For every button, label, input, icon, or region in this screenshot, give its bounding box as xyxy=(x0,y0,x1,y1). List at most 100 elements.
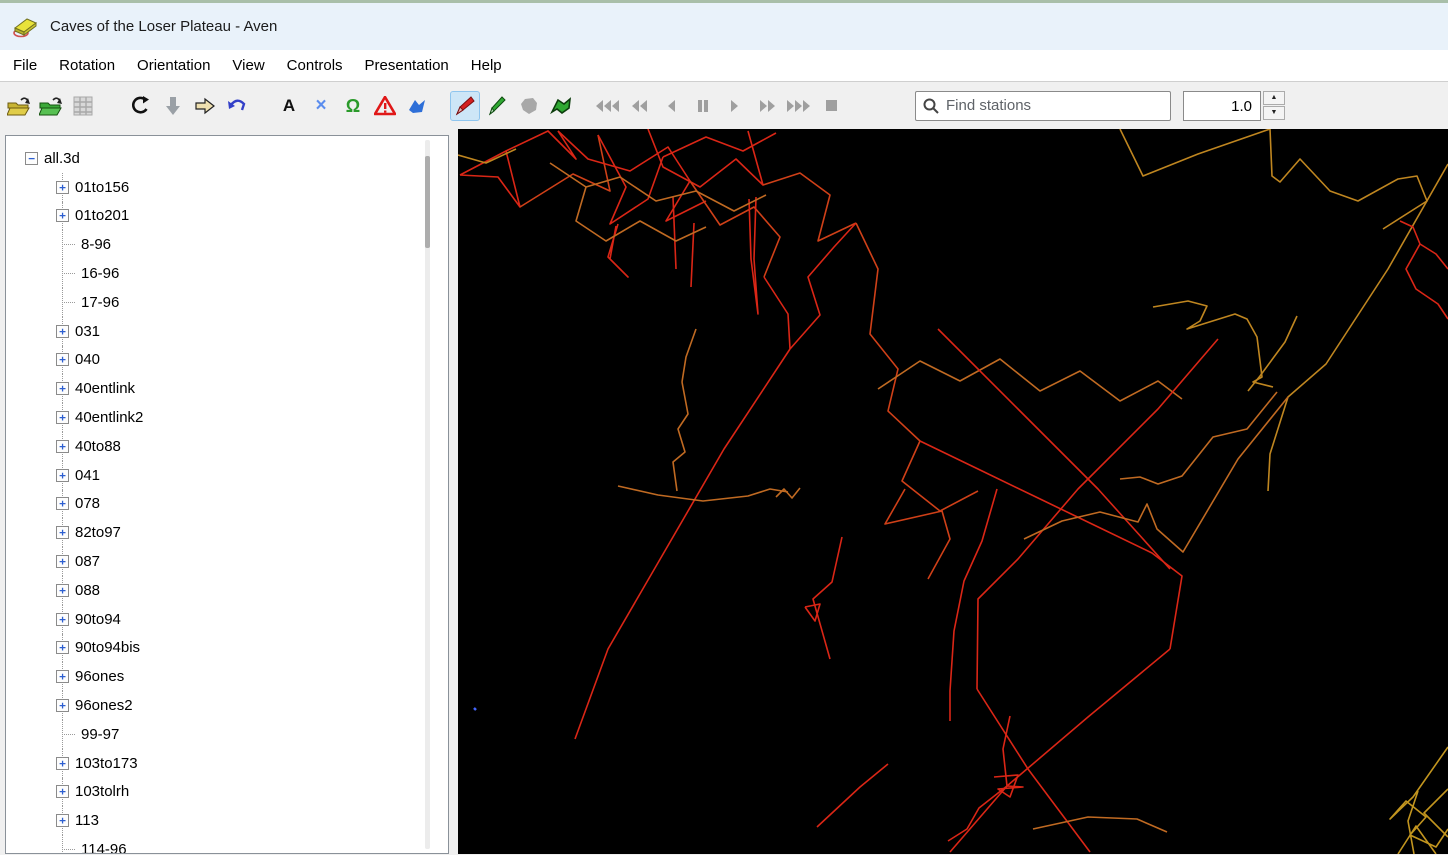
toggle-rotation-button[interactable] xyxy=(126,91,156,121)
underground-legs-button[interactable] xyxy=(450,90,480,121)
tree-item-01to201[interactable]: +01to201 xyxy=(6,201,448,231)
tree-item-078[interactable]: +078 xyxy=(6,489,448,519)
menu-file[interactable]: File xyxy=(2,52,48,79)
tree-collapse-toggle[interactable]: − xyxy=(25,151,38,165)
tree-item-087[interactable]: +087 xyxy=(6,547,448,576)
fastest-forward-button[interactable] xyxy=(784,91,814,121)
tree-scrollbar-thumb[interactable] xyxy=(425,156,430,248)
tree-item-17-96[interactable]: 17-96 xyxy=(6,287,448,317)
menu-presentation[interactable]: Presentation xyxy=(354,52,460,79)
tree-item-82to97[interactable]: +82to97 xyxy=(6,518,448,547)
tree-expand-toggle[interactable]: + xyxy=(56,382,69,396)
menu-help[interactable]: Help xyxy=(460,52,513,79)
tree-item-label: 031 xyxy=(75,322,101,340)
tree-expand-toggle[interactable]: + xyxy=(56,497,69,511)
open-folder-icon xyxy=(7,96,30,115)
restore-default-view-button[interactable] xyxy=(222,91,252,121)
tree-item-90to94bis[interactable]: +90to94bis xyxy=(6,633,448,663)
open-button[interactable] xyxy=(4,91,34,121)
tubes-icon xyxy=(521,97,537,114)
tree-item-113[interactable]: +113 xyxy=(6,806,448,835)
tree-expand-toggle[interactable]: + xyxy=(56,670,69,684)
tree-connector xyxy=(62,273,75,275)
spinner-down-button[interactable]: ▼ xyxy=(1263,105,1285,120)
tree-expand-toggle[interactable]: + xyxy=(56,411,69,425)
tree-expand-toggle[interactable]: + xyxy=(56,353,69,367)
tree-item-40entlink[interactable]: +40entlink xyxy=(6,374,448,403)
survey-canvas[interactable] xyxy=(458,129,1448,854)
tree-item-040[interactable]: +040 xyxy=(6,345,448,375)
tree-item-label: 040 xyxy=(75,351,101,369)
tree-item-90to94[interactable]: +90to94 xyxy=(6,604,448,634)
tree-expand-toggle[interactable]: + xyxy=(56,468,69,482)
tree-expand-toggle[interactable]: + xyxy=(56,612,69,626)
step-back-button[interactable] xyxy=(656,91,686,121)
terrain-button[interactable] xyxy=(546,91,576,121)
surface-legs-pen-icon xyxy=(489,95,506,115)
fixed-points-button[interactable] xyxy=(370,91,400,121)
exported-points-button[interactable] xyxy=(402,91,432,121)
menu-view[interactable]: View xyxy=(221,52,275,79)
plan-down-arrow-icon xyxy=(166,96,180,115)
warning-triangle-icon xyxy=(374,95,396,115)
menu-controls[interactable]: Controls xyxy=(276,52,354,79)
tree-item-031[interactable]: +031 xyxy=(6,316,448,346)
spinner-up-button[interactable]: ▲ xyxy=(1263,90,1285,105)
tree-expand-toggle[interactable]: + xyxy=(56,699,69,713)
open-terrain-button[interactable] xyxy=(36,91,66,121)
depth-scale-value[interactable]: 1.0 xyxy=(1183,90,1261,121)
tree-expand-toggle[interactable]: + xyxy=(56,209,69,223)
tree-item-041[interactable]: +041 xyxy=(6,460,448,490)
tree-expand-toggle[interactable]: + xyxy=(56,526,69,540)
tree-item-40entlink2[interactable]: +40entlink2 xyxy=(6,403,448,432)
tree-item-all.3d[interactable]: − all.3d xyxy=(6,144,448,173)
tree-expand-toggle[interactable]: + xyxy=(56,583,69,597)
station-names-button[interactable]: A xyxy=(274,91,304,121)
tree-expand-toggle[interactable]: + xyxy=(56,324,69,338)
tree-item-088[interactable]: +088 xyxy=(6,575,448,605)
rewind-button[interactable] xyxy=(624,91,654,121)
tree-item-label: 90to94 xyxy=(75,610,121,628)
menu-orientation[interactable]: Orientation xyxy=(126,52,221,79)
tree-item-103tolrh[interactable]: +103tolrh xyxy=(6,777,448,807)
tree-expand-toggle[interactable]: + xyxy=(56,814,69,828)
panel-splitter[interactable] xyxy=(449,129,458,854)
tree-item-40to88[interactable]: +40to88 xyxy=(6,431,448,461)
stop-button[interactable] xyxy=(816,91,846,121)
surface-legs-button[interactable] xyxy=(482,91,512,121)
tree-expand-toggle[interactable]: + xyxy=(56,641,69,655)
pause-button[interactable] xyxy=(688,91,718,121)
menu-rotation[interactable]: Rotation xyxy=(48,52,126,79)
survey-tree-panel: − all.3d +01to156 +01to201 8-96 16-96 17-96 +03… xyxy=(5,135,449,854)
tree-item-label: 96ones2 xyxy=(75,697,133,715)
elevation-view-button[interactable] xyxy=(190,91,220,121)
tree-item-label: 17-96 xyxy=(81,293,120,311)
tree-item-99-97[interactable]: 99-97 xyxy=(6,719,448,749)
tree-item-16-96[interactable]: 16-96 xyxy=(6,259,448,288)
tree-expand-toggle[interactable]: + xyxy=(56,180,69,194)
tree-item-label: 90to94bis xyxy=(75,639,141,657)
crosses-button[interactable]: × xyxy=(306,91,336,121)
entrances-button[interactable]: Ω xyxy=(338,91,368,121)
tree-connector xyxy=(62,733,75,735)
tree-item-label: 40entlink xyxy=(75,380,136,398)
find-stations-input[interactable] xyxy=(946,97,1164,114)
tree-item-103to173[interactable]: +103to173 xyxy=(6,748,448,778)
tree-expand-toggle[interactable]: + xyxy=(56,439,69,453)
log-window-button[interactable] xyxy=(68,91,98,121)
play-button[interactable] xyxy=(720,91,750,121)
tree-item-96ones[interactable]: +96ones xyxy=(6,662,448,691)
tree-expand-toggle[interactable]: + xyxy=(56,785,69,799)
tree-item-label: 96ones xyxy=(75,668,125,686)
tree-item-01to156[interactable]: +01to156 xyxy=(6,172,448,202)
tree-expand-toggle[interactable]: + xyxy=(56,756,69,770)
tree-item-114-96[interactable]: 114-96 xyxy=(6,835,448,853)
tree-item-label: 087 xyxy=(75,553,101,571)
tubes-button[interactable] xyxy=(514,91,544,121)
fast-forward-button[interactable] xyxy=(752,91,782,121)
tree-item-96ones2[interactable]: +96ones2 xyxy=(6,691,448,720)
fast-rewind-button[interactable] xyxy=(592,91,622,121)
tree-expand-toggle[interactable]: + xyxy=(56,555,69,569)
plan-view-button[interactable] xyxy=(158,91,188,121)
tree-item-8-96[interactable]: 8-96 xyxy=(6,230,448,259)
